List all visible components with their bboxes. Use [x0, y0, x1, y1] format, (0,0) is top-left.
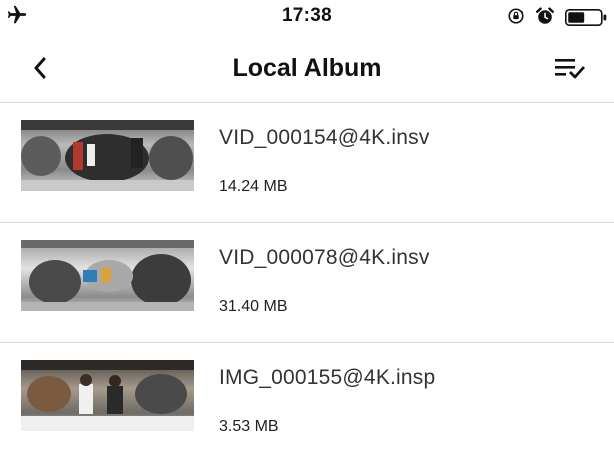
alarm-icon [536, 7, 554, 24]
battery-icon [565, 9, 607, 26]
file-row-img-000155[interactable]: IMG_000155@4K.insp 3.53 MB [0, 343, 614, 458]
multi-select-button[interactable] [550, 54, 590, 84]
file-size: 3.53 MB [219, 418, 279, 435]
file-size: 31.40 MB [219, 298, 288, 315]
file-thumbnail [21, 360, 194, 431]
file-row-vid-000154[interactable]: VID_000154@4K.insv 14.24 MB [0, 103, 614, 223]
multi-select-checklist-icon [555, 59, 586, 79]
file-thumbnail [21, 240, 194, 311]
file-row-vid-000078[interactable]: VID_000078@4K.insv 31.40 MB [0, 223, 614, 343]
file-thumbnail [21, 120, 194, 191]
file-name: IMG_000155@4K.insp [219, 366, 436, 389]
page-title: Local Album [232, 54, 382, 82]
rotation-lock-icon [508, 8, 524, 24]
status-bar: 17:38 [0, 0, 614, 34]
file-name: VID_000154@4K.insv [219, 126, 430, 149]
file-size: 14.24 MB [219, 178, 288, 195]
file-name: VID_000078@4K.insv [219, 246, 430, 269]
file-list: VID_000154@4K.insv 14.24 MB VID_000078@4… [0, 103, 614, 458]
navigation-bar: Local Album [0, 34, 614, 104]
